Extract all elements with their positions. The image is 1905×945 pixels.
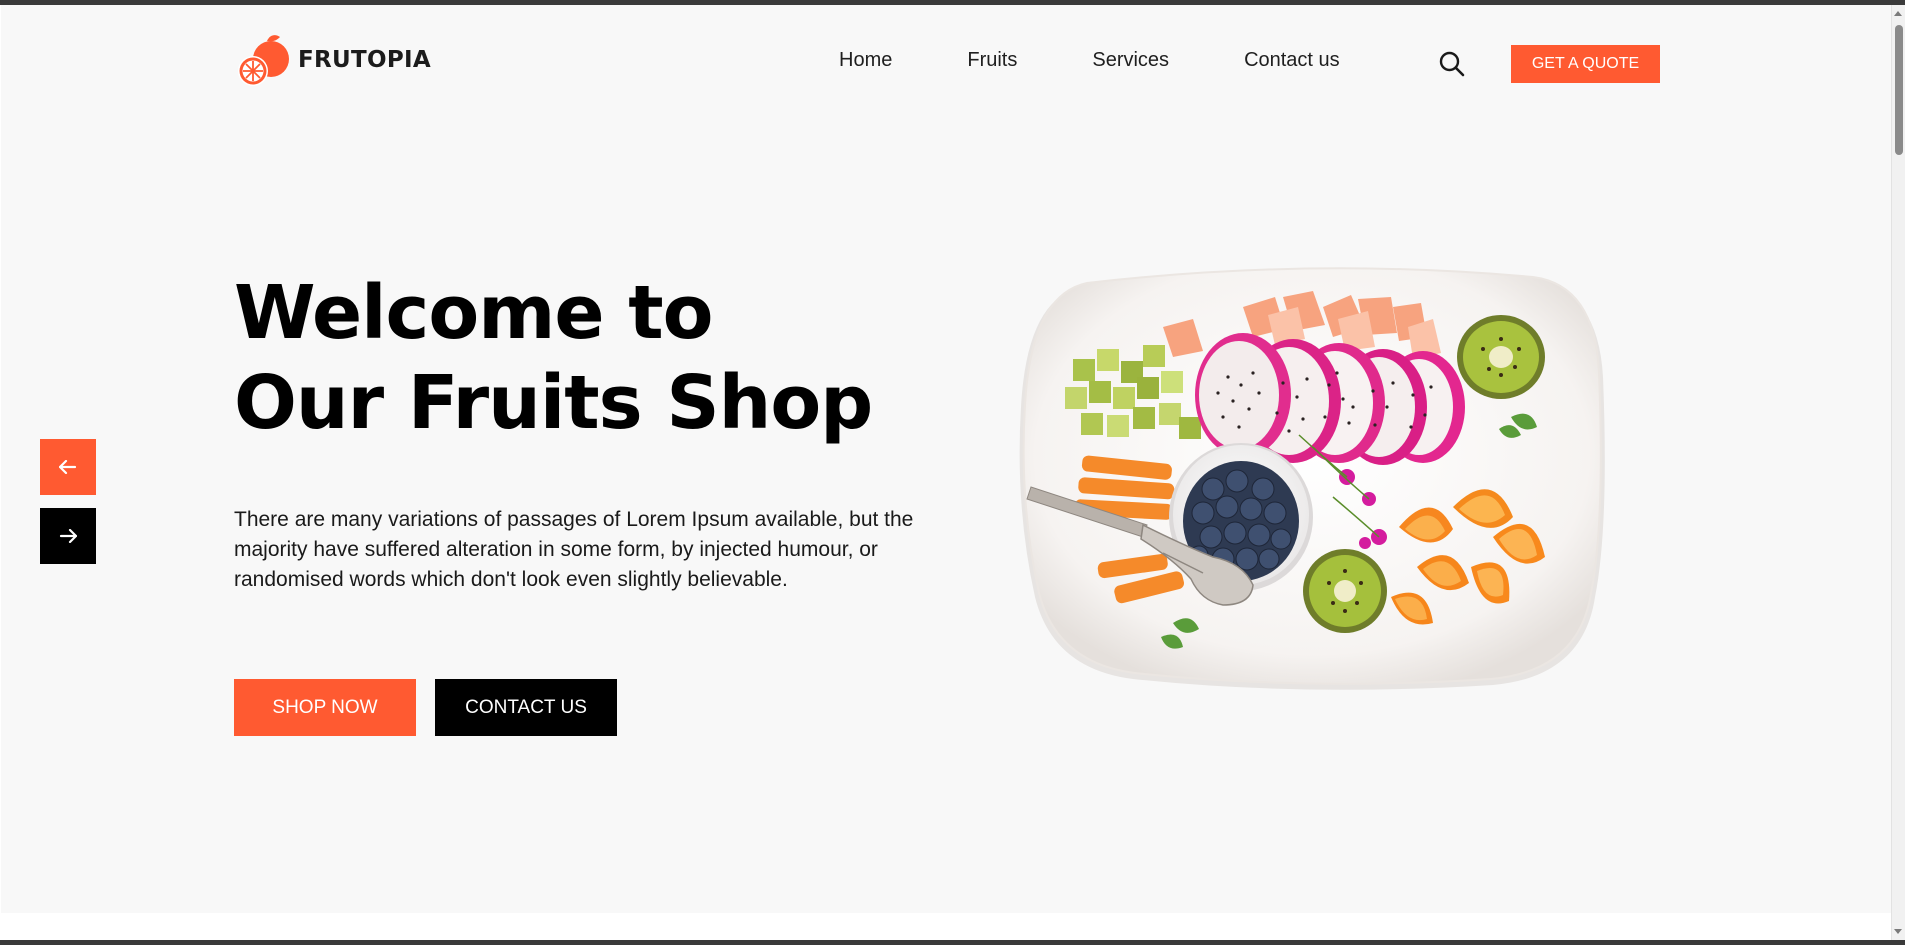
hero-title: Welcome to Our Fruits Shop — [234, 268, 873, 448]
vertical-scrollbar[interactable] — [1891, 5, 1905, 940]
arrow-left-icon — [59, 460, 77, 474]
nav-item-fruits[interactable]: Fruits — [967, 49, 1017, 72]
scroll-up-icon[interactable] — [1894, 11, 1902, 16]
page-viewport: FRUTOPIA Home Fruits Services Contact us… — [1, 5, 1892, 913]
orange-logo-icon — [238, 35, 289, 86]
fruit-plate-image — [1019, 267, 1605, 690]
browser-window: FRUTOPIA Home Fruits Services Contact us… — [0, 5, 1905, 940]
search-icon — [1439, 51, 1465, 77]
slider-prev-button[interactable] — [40, 439, 96, 495]
nav-item-home[interactable]: Home — [839, 49, 892, 72]
arrow-right-icon — [59, 529, 77, 543]
brand-name: FRUTOPIA — [298, 47, 431, 73]
page-bottom-edge — [1, 913, 1892, 940]
nav-item-services[interactable]: Services — [1092, 49, 1169, 72]
main-nav: Home Fruits Services Contact us — [839, 49, 1340, 72]
brand-logo[interactable]: FRUTOPIA — [234, 31, 431, 89]
nav-item-contact[interactable]: Contact us — [1244, 49, 1340, 72]
shop-now-button[interactable]: SHOP NOW — [234, 679, 416, 736]
scroll-down-icon[interactable] — [1894, 929, 1902, 934]
search-button[interactable] — [1438, 50, 1466, 78]
get-quote-button[interactable]: GET A QUOTE — [1511, 45, 1660, 83]
hero-title-line-2: Our Fruits Shop — [234, 360, 873, 446]
contact-us-button[interactable]: CONTACT US — [435, 679, 617, 736]
slider-next-button[interactable] — [40, 508, 96, 564]
hero-title-line-1: Welcome to — [234, 270, 714, 356]
hero-description: There are many variations of passages of… — [234, 508, 914, 591]
scroll-thumb[interactable] — [1895, 25, 1903, 155]
